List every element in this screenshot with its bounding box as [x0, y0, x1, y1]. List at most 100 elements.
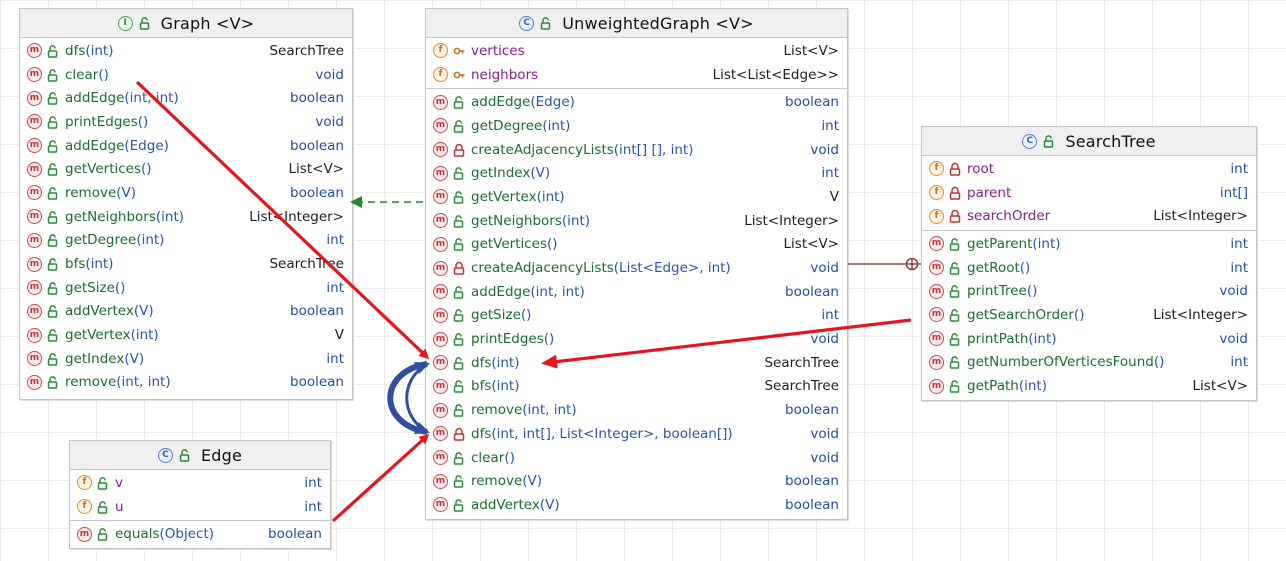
- member-type: List<V>: [783, 42, 839, 59]
- member-params: (int): [1032, 235, 1061, 252]
- method-row[interactable]: m dfs(int) SearchTree: [426, 351, 847, 375]
- member-identifier: getIndex: [65, 350, 125, 367]
- method-row[interactable]: m getVertex(int) V: [426, 185, 847, 209]
- member-type: void: [1219, 283, 1248, 300]
- member-type: void: [315, 66, 344, 83]
- public-unlock-icon: [949, 285, 960, 299]
- member-type: int: [821, 165, 839, 182]
- class-box-edge[interactable]: C Edge f v int f u int m equals(Object) boolean: [69, 440, 331, 549]
- method-row[interactable]: m getVertex(int) V: [20, 323, 352, 347]
- field-row[interactable]: f v int: [70, 471, 330, 495]
- field-row[interactable]: f parent int[]: [922, 181, 1256, 205]
- class-title: UnweightedGraph <V>: [562, 13, 754, 33]
- member-params: (int): [491, 378, 520, 395]
- method-row[interactable]: m addEdge(int, int) boolean: [426, 280, 847, 304]
- method-row[interactable]: m addEdge(int, int) boolean: [20, 86, 352, 110]
- member-type: boolean: [785, 402, 839, 419]
- method-row[interactable]: m getNumberOfVerticesFound() int: [922, 351, 1256, 375]
- member-type: List<List<Edge>>: [712, 66, 839, 83]
- method-row[interactable]: m getPath(int) List<V>: [922, 374, 1256, 398]
- method-row[interactable]: m printEdges() void: [426, 327, 847, 351]
- member-name: clear(): [65, 67, 109, 83]
- member-type: int: [1230, 235, 1248, 252]
- method-row[interactable]: m getDegree(int) int: [426, 114, 847, 138]
- member-name: getSize(): [65, 280, 125, 296]
- member-identifier: getVertex: [471, 188, 537, 205]
- public-unlock-icon: [949, 380, 960, 393]
- method-row[interactable]: m printPath(int) void: [922, 327, 1256, 351]
- method-row[interactable]: m printTree() void: [922, 279, 1256, 303]
- method-row[interactable]: m equals(Object) boolean: [70, 522, 330, 546]
- method-row[interactable]: m bfs(int) SearchTree: [20, 252, 352, 276]
- method-row[interactable]: m getSize() int: [20, 276, 352, 300]
- member-name: getPath(int): [967, 378, 1047, 394]
- protected-key-icon: [453, 47, 465, 55]
- class-box-unweighted-graph[interactable]: C UnweightedGraph <V> f vertices List<V> f nei…: [425, 8, 848, 520]
- method-row[interactable]: m remove(int, int) boolean: [426, 398, 847, 422]
- class-box-search-tree[interactable]: C SearchTree f root int f parent int[] f searchOr…: [921, 126, 1257, 401]
- method-row[interactable]: m remove(V) boolean: [20, 181, 352, 205]
- method-row[interactable]: m clear() void: [426, 446, 847, 470]
- method-row[interactable]: m getVertices() List<V>: [20, 157, 352, 181]
- method-row[interactable]: m getNeighbors(int) List<Integer>: [426, 209, 847, 233]
- method-row[interactable]: m addEdge(Edge) boolean: [426, 90, 847, 114]
- member-params: (int): [130, 327, 159, 344]
- method-row[interactable]: m addVertex(V) boolean: [20, 300, 352, 324]
- member-params: (): [114, 279, 126, 296]
- member-params: (int): [561, 212, 591, 229]
- method-row[interactable]: m remove(V) boolean: [426, 469, 847, 493]
- field-row[interactable]: f root int: [922, 157, 1256, 181]
- method-row[interactable]: m getSearchOrder() List<Integer>: [922, 303, 1256, 327]
- method-row[interactable]: m getRoot() int: [922, 256, 1256, 280]
- member-name: remove(V): [471, 473, 542, 489]
- public-unlock-icon: [47, 305, 58, 319]
- member-identifier: createAdjacencyLists: [471, 141, 614, 158]
- method-row[interactable]: m getNeighbors(int) List<Integer>: [20, 205, 352, 229]
- field-row[interactable]: f searchOrder List<Integer>: [922, 204, 1256, 228]
- method-row[interactable]: m printEdges() void: [20, 110, 352, 134]
- class-kind-icon: C: [519, 15, 535, 31]
- method-row[interactable]: m dfs(int, int[], List<Integer>, boolean[…: [426, 422, 847, 446]
- member-identifier: getDegree: [65, 232, 137, 249]
- member-type: V: [334, 327, 344, 344]
- method-icon: m: [27, 161, 42, 177]
- method-row[interactable]: m clear() void: [20, 63, 352, 87]
- member-params: (): [1073, 306, 1085, 323]
- field-icon: f: [433, 67, 448, 83]
- field-row[interactable]: f vertices List<V>: [426, 39, 847, 63]
- member-identifier: getVertex: [65, 327, 131, 344]
- method-row[interactable]: m addEdge(Edge) boolean: [20, 134, 352, 158]
- method-row[interactable]: m createAdjacencyLists(int[] [], int) void: [426, 138, 847, 162]
- member-type: void: [810, 449, 839, 466]
- member-type: int: [1230, 354, 1248, 371]
- method-row[interactable]: m getIndex(V) int: [426, 161, 847, 185]
- method-row[interactable]: m getVertices() List<V>: [426, 233, 847, 257]
- method-row[interactable]: m getIndex(V) int: [20, 347, 352, 371]
- method-row[interactable]: m bfs(int) SearchTree: [426, 375, 847, 399]
- member-identifier: dfs: [471, 425, 492, 442]
- member-identifier: getParent: [967, 235, 1033, 252]
- method-row[interactable]: m remove(int, int) boolean: [20, 371, 352, 395]
- member-identifier: getRoot: [967, 259, 1020, 276]
- class-box-graph[interactable]: I Graph <V> m dfs(int) SearchTree m clear() voi…: [19, 8, 353, 400]
- method-icon: m: [433, 307, 448, 323]
- member-name: createAdjacencyLists(int[] [], int): [471, 142, 693, 158]
- class-header: C SearchTree: [922, 127, 1256, 156]
- method-row[interactable]: m getParent(int) int: [922, 232, 1256, 256]
- member-params: (int, int): [530, 283, 585, 300]
- member-type: void: [810, 425, 839, 442]
- member-identifier: root: [967, 160, 995, 177]
- method-row[interactable]: m getDegree(int) int: [20, 229, 352, 253]
- method-row[interactable]: m dfs(int) SearchTree: [20, 39, 352, 63]
- member-name: getIndex(V): [65, 351, 144, 367]
- member-type: int: [304, 474, 322, 491]
- member-name: getDegree(int): [471, 118, 570, 134]
- field-row[interactable]: f neighbors List<List<Edge>>: [426, 63, 847, 87]
- member-name: getVertices(): [65, 161, 152, 177]
- method-row[interactable]: m createAdjacencyLists(List<Edge>, int) vo…: [426, 256, 847, 280]
- field-row[interactable]: f u int: [70, 495, 330, 519]
- method-row[interactable]: m getSize() int: [426, 304, 847, 328]
- method-row[interactable]: m addVertex(V) boolean: [426, 493, 847, 517]
- method-icon: m: [27, 114, 42, 130]
- class-kind-icon: C: [1022, 133, 1038, 149]
